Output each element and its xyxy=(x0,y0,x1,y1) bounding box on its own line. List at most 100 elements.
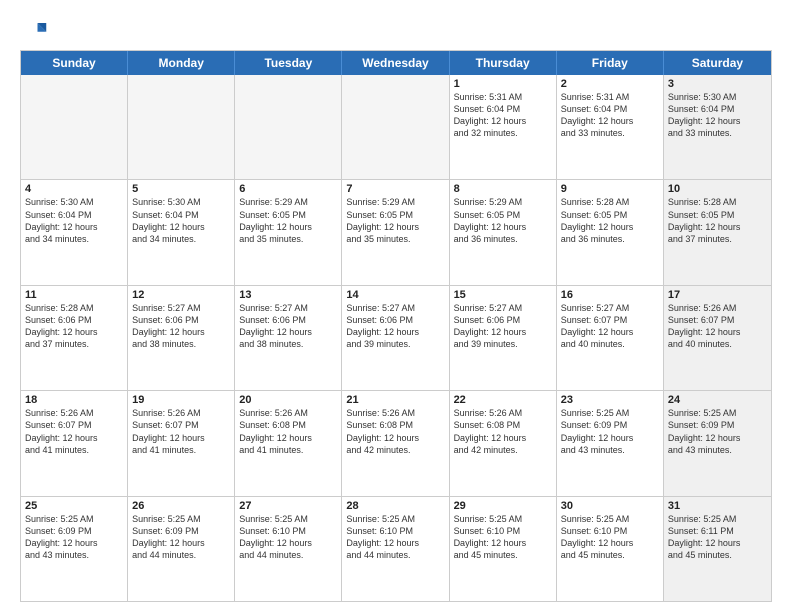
day-number: 2 xyxy=(561,78,659,90)
page: SundayMondayTuesdayWednesdayThursdayFrid… xyxy=(0,0,792,612)
day-info: Sunrise: 5:25 AM Sunset: 6:10 PM Dayligh… xyxy=(346,513,444,562)
calendar-cell: 23Sunrise: 5:25 AM Sunset: 6:09 PM Dayli… xyxy=(557,391,664,495)
day-info: Sunrise: 5:31 AM Sunset: 6:04 PM Dayligh… xyxy=(454,91,552,140)
day-number: 10 xyxy=(668,183,767,195)
calendar-cell: 16Sunrise: 5:27 AM Sunset: 6:07 PM Dayli… xyxy=(557,286,664,390)
calendar: SundayMondayTuesdayWednesdayThursdayFrid… xyxy=(20,50,772,602)
calendar-week-row: 18Sunrise: 5:26 AM Sunset: 6:07 PM Dayli… xyxy=(21,391,771,496)
calendar-cell: 27Sunrise: 5:25 AM Sunset: 6:10 PM Dayli… xyxy=(235,497,342,601)
calendar-cell: 17Sunrise: 5:26 AM Sunset: 6:07 PM Dayli… xyxy=(664,286,771,390)
calendar-cell: 19Sunrise: 5:26 AM Sunset: 6:07 PM Dayli… xyxy=(128,391,235,495)
calendar-week-row: 11Sunrise: 5:28 AM Sunset: 6:06 PM Dayli… xyxy=(21,286,771,391)
day-number: 15 xyxy=(454,289,552,301)
calendar-cell: 18Sunrise: 5:26 AM Sunset: 6:07 PM Dayli… xyxy=(21,391,128,495)
calendar-header-cell: Friday xyxy=(557,51,664,75)
calendar-cell xyxy=(235,75,342,179)
day-info: Sunrise: 5:26 AM Sunset: 6:07 PM Dayligh… xyxy=(25,407,123,456)
day-number: 29 xyxy=(454,500,552,512)
day-info: Sunrise: 5:26 AM Sunset: 6:08 PM Dayligh… xyxy=(454,407,552,456)
day-number: 9 xyxy=(561,183,659,195)
day-number: 28 xyxy=(346,500,444,512)
day-number: 26 xyxy=(132,500,230,512)
day-info: Sunrise: 5:29 AM Sunset: 6:05 PM Dayligh… xyxy=(239,196,337,245)
day-number: 14 xyxy=(346,289,444,301)
calendar-header-row: SundayMondayTuesdayWednesdayThursdayFrid… xyxy=(21,51,771,75)
calendar-cell: 8Sunrise: 5:29 AM Sunset: 6:05 PM Daylig… xyxy=(450,180,557,284)
day-number: 13 xyxy=(239,289,337,301)
calendar-cell: 15Sunrise: 5:27 AM Sunset: 6:06 PM Dayli… xyxy=(450,286,557,390)
day-number: 8 xyxy=(454,183,552,195)
day-number: 25 xyxy=(25,500,123,512)
calendar-cell: 28Sunrise: 5:25 AM Sunset: 6:10 PM Dayli… xyxy=(342,497,449,601)
day-info: Sunrise: 5:29 AM Sunset: 6:05 PM Dayligh… xyxy=(346,196,444,245)
day-info: Sunrise: 5:28 AM Sunset: 6:05 PM Dayligh… xyxy=(561,196,659,245)
calendar-cell: 9Sunrise: 5:28 AM Sunset: 6:05 PM Daylig… xyxy=(557,180,664,284)
calendar-cell: 12Sunrise: 5:27 AM Sunset: 6:06 PM Dayli… xyxy=(128,286,235,390)
header xyxy=(20,16,772,44)
day-number: 6 xyxy=(239,183,337,195)
day-info: Sunrise: 5:30 AM Sunset: 6:04 PM Dayligh… xyxy=(25,196,123,245)
day-info: Sunrise: 5:26 AM Sunset: 6:08 PM Dayligh… xyxy=(346,407,444,456)
calendar-cell: 6Sunrise: 5:29 AM Sunset: 6:05 PM Daylig… xyxy=(235,180,342,284)
logo-icon xyxy=(20,16,48,44)
calendar-cell xyxy=(342,75,449,179)
day-info: Sunrise: 5:26 AM Sunset: 6:08 PM Dayligh… xyxy=(239,407,337,456)
calendar-cell: 11Sunrise: 5:28 AM Sunset: 6:06 PM Dayli… xyxy=(21,286,128,390)
day-number: 12 xyxy=(132,289,230,301)
calendar-week-row: 25Sunrise: 5:25 AM Sunset: 6:09 PM Dayli… xyxy=(21,497,771,601)
day-number: 21 xyxy=(346,394,444,406)
day-number: 7 xyxy=(346,183,444,195)
logo xyxy=(20,16,52,44)
day-number: 23 xyxy=(561,394,659,406)
day-info: Sunrise: 5:30 AM Sunset: 6:04 PM Dayligh… xyxy=(668,91,767,140)
day-info: Sunrise: 5:25 AM Sunset: 6:10 PM Dayligh… xyxy=(561,513,659,562)
day-info: Sunrise: 5:25 AM Sunset: 6:09 PM Dayligh… xyxy=(25,513,123,562)
day-info: Sunrise: 5:27 AM Sunset: 6:06 PM Dayligh… xyxy=(132,302,230,351)
day-number: 17 xyxy=(668,289,767,301)
calendar-header-cell: Thursday xyxy=(450,51,557,75)
calendar-cell: 21Sunrise: 5:26 AM Sunset: 6:08 PM Dayli… xyxy=(342,391,449,495)
calendar-cell xyxy=(128,75,235,179)
day-info: Sunrise: 5:25 AM Sunset: 6:09 PM Dayligh… xyxy=(132,513,230,562)
day-info: Sunrise: 5:27 AM Sunset: 6:06 PM Dayligh… xyxy=(239,302,337,351)
calendar-header-cell: Wednesday xyxy=(342,51,449,75)
calendar-week-row: 1Sunrise: 5:31 AM Sunset: 6:04 PM Daylig… xyxy=(21,75,771,180)
day-info: Sunrise: 5:25 AM Sunset: 6:10 PM Dayligh… xyxy=(454,513,552,562)
day-info: Sunrise: 5:26 AM Sunset: 6:07 PM Dayligh… xyxy=(132,407,230,456)
day-number: 18 xyxy=(25,394,123,406)
day-number: 24 xyxy=(668,394,767,406)
calendar-body: 1Sunrise: 5:31 AM Sunset: 6:04 PM Daylig… xyxy=(21,75,771,601)
calendar-header-cell: Sunday xyxy=(21,51,128,75)
day-number: 1 xyxy=(454,78,552,90)
calendar-header-cell: Tuesday xyxy=(235,51,342,75)
day-number: 30 xyxy=(561,500,659,512)
calendar-week-row: 4Sunrise: 5:30 AM Sunset: 6:04 PM Daylig… xyxy=(21,180,771,285)
day-info: Sunrise: 5:27 AM Sunset: 6:06 PM Dayligh… xyxy=(454,302,552,351)
calendar-cell: 26Sunrise: 5:25 AM Sunset: 6:09 PM Dayli… xyxy=(128,497,235,601)
calendar-cell: 20Sunrise: 5:26 AM Sunset: 6:08 PM Dayli… xyxy=(235,391,342,495)
calendar-cell: 2Sunrise: 5:31 AM Sunset: 6:04 PM Daylig… xyxy=(557,75,664,179)
day-info: Sunrise: 5:27 AM Sunset: 6:06 PM Dayligh… xyxy=(346,302,444,351)
day-info: Sunrise: 5:29 AM Sunset: 6:05 PM Dayligh… xyxy=(454,196,552,245)
calendar-cell: 5Sunrise: 5:30 AM Sunset: 6:04 PM Daylig… xyxy=(128,180,235,284)
day-number: 20 xyxy=(239,394,337,406)
day-info: Sunrise: 5:28 AM Sunset: 6:06 PM Dayligh… xyxy=(25,302,123,351)
day-number: 19 xyxy=(132,394,230,406)
day-info: Sunrise: 5:25 AM Sunset: 6:09 PM Dayligh… xyxy=(668,407,767,456)
day-number: 5 xyxy=(132,183,230,195)
day-number: 31 xyxy=(668,500,767,512)
calendar-cell: 1Sunrise: 5:31 AM Sunset: 6:04 PM Daylig… xyxy=(450,75,557,179)
calendar-header-cell: Monday xyxy=(128,51,235,75)
calendar-cell: 29Sunrise: 5:25 AM Sunset: 6:10 PM Dayli… xyxy=(450,497,557,601)
day-number: 22 xyxy=(454,394,552,406)
day-number: 4 xyxy=(25,183,123,195)
calendar-cell: 3Sunrise: 5:30 AM Sunset: 6:04 PM Daylig… xyxy=(664,75,771,179)
day-number: 16 xyxy=(561,289,659,301)
day-number: 3 xyxy=(668,78,767,90)
day-info: Sunrise: 5:25 AM Sunset: 6:09 PM Dayligh… xyxy=(561,407,659,456)
day-info: Sunrise: 5:30 AM Sunset: 6:04 PM Dayligh… xyxy=(132,196,230,245)
calendar-cell: 7Sunrise: 5:29 AM Sunset: 6:05 PM Daylig… xyxy=(342,180,449,284)
calendar-cell: 14Sunrise: 5:27 AM Sunset: 6:06 PM Dayli… xyxy=(342,286,449,390)
calendar-cell xyxy=(21,75,128,179)
day-number: 27 xyxy=(239,500,337,512)
